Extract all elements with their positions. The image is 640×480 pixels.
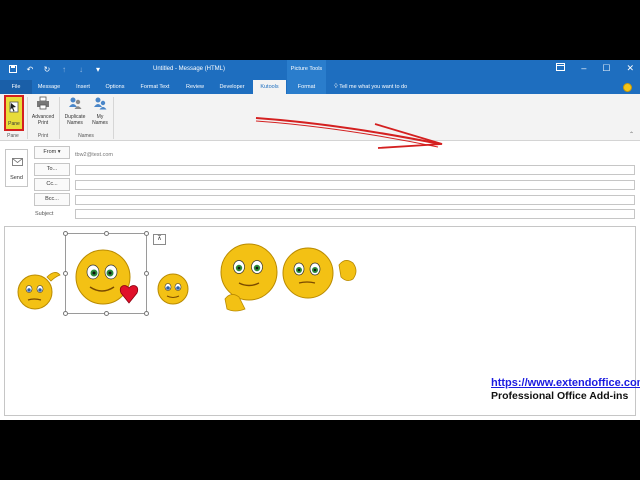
tab-options[interactable]: Options xyxy=(100,80,130,94)
bcc-field[interactable] xyxy=(75,195,635,205)
tab-review[interactable]: Review xyxy=(177,80,213,94)
from-button[interactable]: From ▾ xyxy=(34,146,70,159)
window-controls: – ☐ ✕ xyxy=(556,63,634,74)
picture-tools-context-label: Picture Tools xyxy=(287,60,326,80)
ribbon-display-options-icon[interactable] xyxy=(556,63,566,74)
bcc-button[interactable]: Bcc... xyxy=(34,193,70,206)
chevron-down-icon: ▾ xyxy=(57,149,61,155)
resize-handle[interactable] xyxy=(104,231,109,236)
subject-field[interactable] xyxy=(75,209,635,219)
tell-me-text: Tell me what you want to do xyxy=(339,84,408,90)
thinking-emoji-image[interactable] xyxy=(15,267,63,313)
window-title: Untitled - Message (HTML) xyxy=(153,66,226,72)
quick-access-toolbar: ↶ ↻ ↑ ↓ ▾ xyxy=(8,64,103,74)
small-smiley-emoji-image[interactable] xyxy=(156,272,190,306)
cc-field[interactable] xyxy=(75,180,635,190)
group-pane-label: Pane xyxy=(7,133,19,139)
resize-handle[interactable] xyxy=(63,231,68,236)
close-icon[interactable]: ✕ xyxy=(626,63,634,74)
resize-handle[interactable] xyxy=(63,311,68,316)
tab-developer[interactable]: Developer xyxy=(213,80,251,94)
subject-label: Subject xyxy=(35,211,54,217)
resize-handle[interactable] xyxy=(144,311,149,316)
down-arrow-icon[interactable]: ↓ xyxy=(76,64,86,74)
waving-emoji-image[interactable] xyxy=(281,245,363,301)
extendoffice-link[interactable]: https://www.extendoffice.com xyxy=(491,377,640,389)
title-bar: ↶ ↻ ↑ ↓ ▾ Untitled - Message (HTML) Pict… xyxy=(0,60,640,80)
pane-icon xyxy=(9,101,19,113)
minimize-icon[interactable]: – xyxy=(581,63,586,74)
my-names-label: My Names xyxy=(92,114,108,126)
duplicate-names-label: Duplicate Names xyxy=(64,114,86,126)
advanced-print-button[interactable]: Advanced Print xyxy=(29,96,57,126)
layout-options-icon[interactable]: ⊼ xyxy=(153,234,166,245)
printer-icon xyxy=(37,96,49,110)
tab-file[interactable]: File xyxy=(0,80,32,94)
annotation-arrow xyxy=(255,117,443,149)
customize-qat-icon[interactable]: ▾ xyxy=(93,64,103,74)
tab-insert[interactable]: Insert xyxy=(66,80,100,94)
tab-format[interactable]: Format xyxy=(287,80,326,94)
to-field[interactable] xyxy=(75,165,635,175)
resize-handle[interactable] xyxy=(144,231,149,236)
my-names-icon xyxy=(94,97,107,110)
tell-me-search[interactable]: 💡︎ Tell me what you want to do xyxy=(334,80,407,94)
send-label: Send xyxy=(10,175,23,181)
group-print-label: Print xyxy=(37,133,49,139)
resize-handle[interactable] xyxy=(63,271,68,276)
branding-tagline: Professional Office Add-ins xyxy=(491,390,629,402)
from-address: tbw2@test.com xyxy=(75,152,113,158)
love-emoji-image xyxy=(75,249,139,305)
feedback-smiley-icon[interactable] xyxy=(623,83,632,92)
pane-button-label: Pane xyxy=(8,121,20,127)
redo-icon[interactable]: ↻ xyxy=(42,64,52,74)
ribbon-tab-row: File Message Insert Options Format Text … xyxy=(0,80,640,94)
undo-icon[interactable]: ↶ xyxy=(25,64,35,74)
maximize-icon[interactable]: ☐ xyxy=(602,63,610,74)
branding-block: https://www.extendoffice.com Professiona… xyxy=(491,377,640,402)
my-names-button[interactable]: My Names xyxy=(89,96,111,126)
cc-button[interactable]: Cc... xyxy=(34,178,70,191)
message-body[interactable]: ⊼ https://www.extendoffice.com Professio… xyxy=(4,226,640,416)
send-icon xyxy=(12,158,23,166)
selected-image-frame[interactable] xyxy=(63,231,149,316)
pane-button[interactable]: Pane xyxy=(4,95,24,131)
to-button[interactable]: To... xyxy=(34,163,70,176)
send-button[interactable]: Send xyxy=(5,149,28,187)
tab-kutools[interactable]: Kutools xyxy=(253,80,286,94)
up-arrow-icon[interactable]: ↑ xyxy=(59,64,69,74)
resize-handle[interactable] xyxy=(104,311,109,316)
outlook-message-window: ↶ ↻ ↑ ↓ ▾ Untitled - Message (HTML) Pict… xyxy=(0,60,640,420)
save-icon[interactable] xyxy=(8,64,18,74)
duplicate-names-icon xyxy=(69,97,82,109)
tab-format-text[interactable]: Format Text xyxy=(133,80,177,94)
from-label: From xyxy=(43,149,57,155)
duplicate-names-button[interactable]: Duplicate Names xyxy=(61,96,89,126)
collapse-ribbon-icon[interactable]: ⌃ xyxy=(629,131,634,138)
tab-message[interactable]: Message xyxy=(32,80,66,94)
resize-handle[interactable] xyxy=(144,271,149,276)
advanced-print-label: Advanced Print xyxy=(31,114,55,126)
group-names-label: Names xyxy=(78,133,94,139)
thumbs-up-emoji-image[interactable] xyxy=(217,239,279,317)
